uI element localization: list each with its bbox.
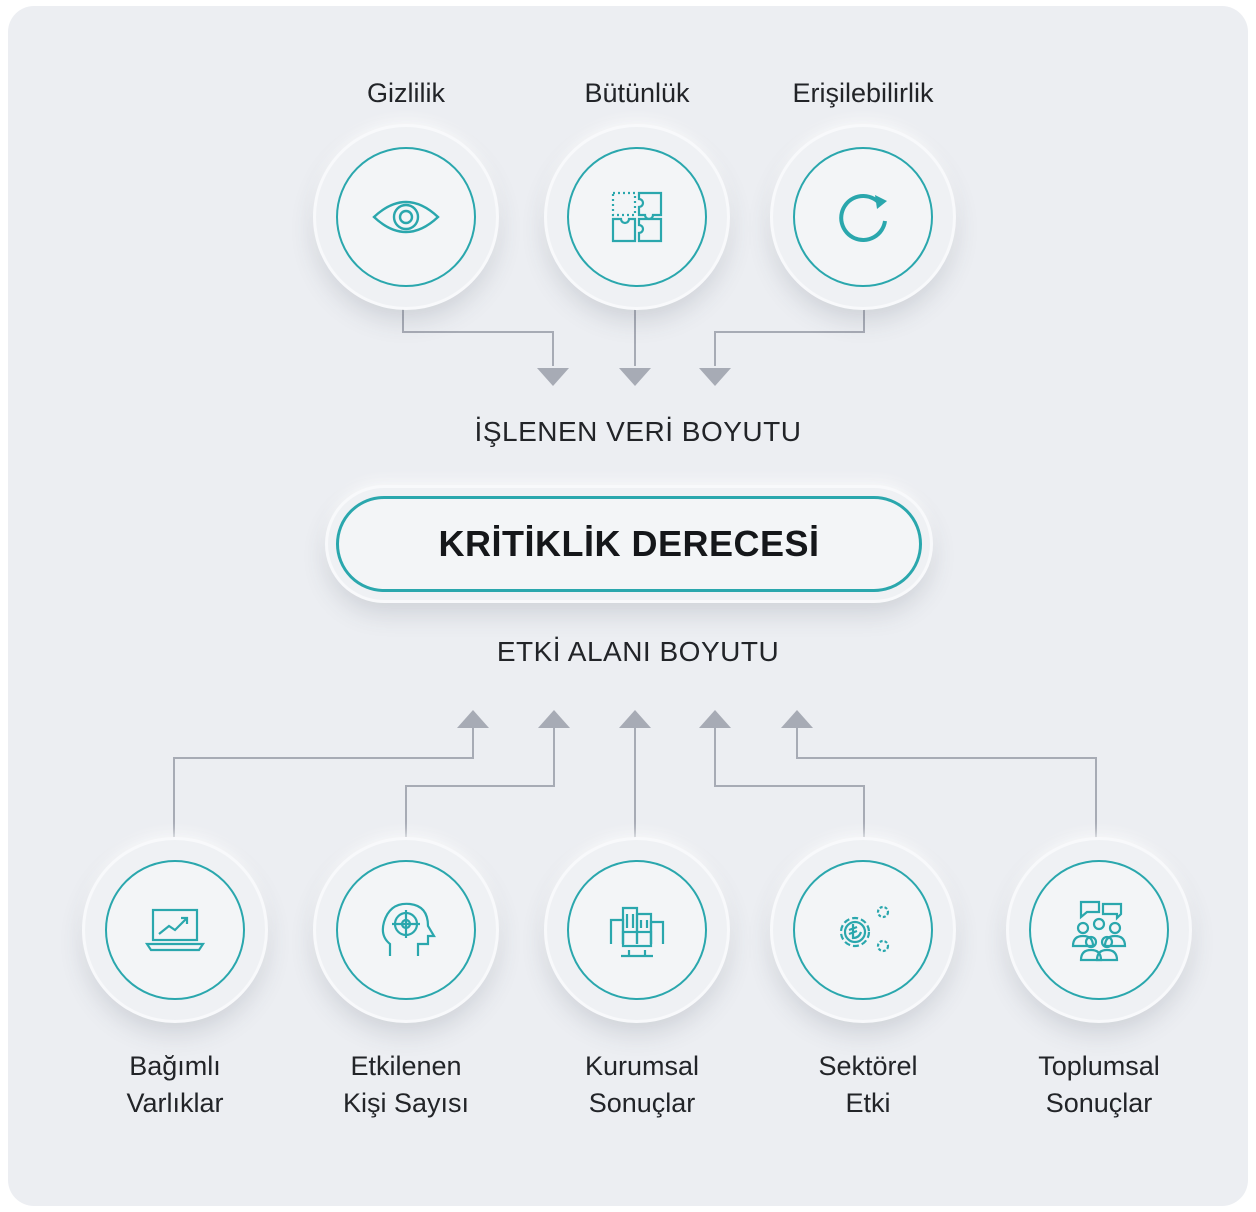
label-line-1: Etkilenen (350, 1051, 462, 1081)
arrow-down-2 (619, 368, 651, 386)
label-gizlilik: Gizlilik (367, 78, 445, 108)
arrow-down-3 (699, 368, 731, 386)
label-line-1: Kurumsal (584, 1051, 700, 1081)
label-line-1: Bağımlı (129, 1051, 221, 1081)
label-butunluk: Bütünlük (584, 78, 690, 108)
head-target-icon (381, 902, 436, 956)
dimension-bottom-label: ETKİ ALANI BOYUTU (496, 636, 780, 667)
node-toplumsal-sonuclar (1009, 840, 1189, 1020)
label-line-2: Kişi Sayısı (342, 1088, 470, 1118)
label-toplumsal-sonuclar: Toplumsal Sonuçlar (979, 1048, 1219, 1122)
puzzle-icon (611, 191, 663, 243)
node-ring (793, 147, 933, 287)
label-line-2: Sonuçlar (588, 1088, 696, 1118)
refresh-icon (839, 194, 887, 242)
label-line-1: Toplumsal (1038, 1051, 1160, 1081)
node-butunluk (547, 127, 727, 307)
arrow-up-2 (538, 710, 570, 728)
arrow-down-1 (537, 368, 569, 386)
arrow-up-5 (781, 710, 813, 728)
gear-lira-icon (839, 905, 890, 953)
node-ring (567, 147, 707, 287)
node-ring (336, 147, 476, 287)
label-line-1: Sektörel (818, 1051, 918, 1081)
arrow-up-4 (699, 710, 731, 728)
node-sektorel-etki (773, 840, 953, 1020)
label-line-2: Varlıklar (126, 1088, 224, 1118)
node-etkilenen-kisi-sayisi (316, 840, 496, 1020)
label-erisilebilirlik: Erişilebilirlik (792, 78, 934, 108)
label-etkilenen-kisi-sayisi: Etkilenen Kişi Sayısı (286, 1048, 526, 1122)
label-sektorel-etki: Sektörel Etki (748, 1048, 988, 1122)
node-bagimli-varliklar (85, 840, 265, 1020)
center-title: KRİTİKLİK DERECESİ (336, 496, 922, 592)
node-ring (793, 860, 933, 1000)
buildings-icon (609, 906, 665, 958)
node-gizlilik (316, 127, 496, 307)
dimension-top-label: İŞLENEN VERİ BOYUTU (474, 416, 802, 447)
center-pill: KRİTİKLİK DERECESİ (328, 488, 930, 600)
node-ring (1029, 860, 1169, 1000)
arrow-up-1 (457, 710, 489, 728)
eye-icon (372, 200, 440, 234)
node-ring (105, 860, 245, 1000)
laptop-chart-icon (144, 908, 206, 952)
people-chat-icon (1071, 900, 1127, 962)
label-line-2: Sonuçlar (1045, 1088, 1153, 1118)
label-kurumsal-sonuclar: Kurumsal Sonuçlar (522, 1048, 762, 1122)
label-bagimli-varliklar: Bağımlı Varlıklar (55, 1048, 295, 1122)
arrow-up-3 (619, 710, 651, 728)
label-line-2: Etki (845, 1088, 891, 1118)
node-ring (567, 860, 707, 1000)
node-kurumsal-sonuclar (547, 840, 727, 1020)
node-erisilebilirlik (773, 127, 953, 307)
node-ring (336, 860, 476, 1000)
